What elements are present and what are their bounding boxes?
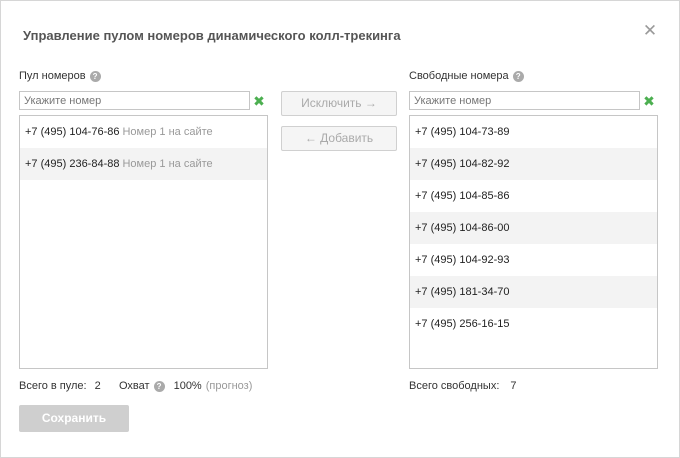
- phone-number: +7 (495) 104-76-86: [25, 126, 120, 138]
- pool-total-label: Всего в пуле:: [19, 380, 87, 392]
- phone-number: +7 (495) 181-34-70: [415, 286, 510, 298]
- free-list-item[interactable]: +7 (495) 104-86-00: [410, 212, 657, 244]
- pool-total-value: 2: [94, 380, 101, 392]
- free-list-item[interactable]: +7 (495) 181-34-70: [410, 276, 657, 308]
- phone-number: +7 (495) 104-92-93: [415, 254, 510, 266]
- free-clear-icon[interactable]: ✖: [640, 92, 658, 110]
- add-button[interactable]: ← Добавить: [281, 126, 397, 151]
- pool-label: Пул номеров: [19, 70, 86, 82]
- exclude-button[interactable]: Исключить →: [281, 91, 397, 116]
- free-list-item[interactable]: +7 (495) 104-92-93: [410, 244, 657, 276]
- pool-list: +7 (495) 104-76-86 Номер 1 на сайте +7 (4…: [19, 115, 268, 369]
- pool-label-row: Пул номеров ?: [19, 70, 101, 82]
- free-help-icon[interactable]: ?: [512, 70, 524, 82]
- phone-number: +7 (495) 104-82-92: [415, 158, 510, 170]
- free-total: Всего свободных: 7: [409, 380, 517, 392]
- free-list-item[interactable]: +7 (495) 104-73-89: [410, 116, 657, 148]
- free-label: Свободные номера: [409, 70, 509, 82]
- pool-dialog: Управление пулом номеров динамического к…: [0, 0, 680, 458]
- pool-search-input[interactable]: [19, 91, 250, 110]
- phone-number: +7 (495) 104-73-89: [415, 126, 510, 138]
- coverage-note: (прогноз): [205, 380, 253, 392]
- free-list-item[interactable]: +7 (495) 256-16-15: [410, 308, 657, 340]
- pool-list-item[interactable]: +7 (495) 236-84-88 Номер 1 на сайте: [20, 148, 267, 180]
- phone-number: +7 (495) 104-85-86: [415, 190, 510, 202]
- free-total-label: Всего свободных:: [409, 380, 500, 392]
- dialog-title: Управление пулом номеров динамического к…: [23, 28, 401, 43]
- free-list-item[interactable]: +7 (495) 104-82-92: [410, 148, 657, 180]
- coverage-help-icon[interactable]: ?: [153, 380, 165, 392]
- phone-number: +7 (495) 256-16-15: [415, 318, 510, 330]
- phone-number: +7 (495) 104-86-00: [415, 222, 510, 234]
- pool-clear-icon[interactable]: ✖: [250, 92, 268, 110]
- phone-number: +7 (495) 236-84-88: [25, 158, 120, 170]
- free-list-item[interactable]: +7 (495) 104-85-86: [410, 180, 657, 212]
- free-list: +7 (495) 104-73-89 +7 (495) 104-82-92 +7…: [409, 115, 658, 369]
- free-total-value: 7: [510, 380, 517, 392]
- pool-total: Всего в пуле: 2: [19, 380, 101, 392]
- save-button[interactable]: Сохранить: [19, 405, 129, 432]
- pool-help-icon[interactable]: ?: [89, 70, 101, 82]
- coverage-label: Охват: [119, 380, 150, 392]
- free-label-row: Свободные номера ?: [409, 70, 524, 82]
- free-search-input[interactable]: [409, 91, 640, 110]
- pool-list-item[interactable]: +7 (495) 104-76-86 Номер 1 на сайте: [20, 116, 267, 148]
- close-icon[interactable]: ✕: [642, 22, 658, 39]
- number-note: Номер 1 на сайте: [122, 126, 213, 138]
- coverage-stat: Охват ? 100% (прогноз): [119, 380, 252, 392]
- number-note: Номер 1 на сайте: [122, 158, 213, 170]
- coverage-value: 100%: [173, 380, 202, 392]
